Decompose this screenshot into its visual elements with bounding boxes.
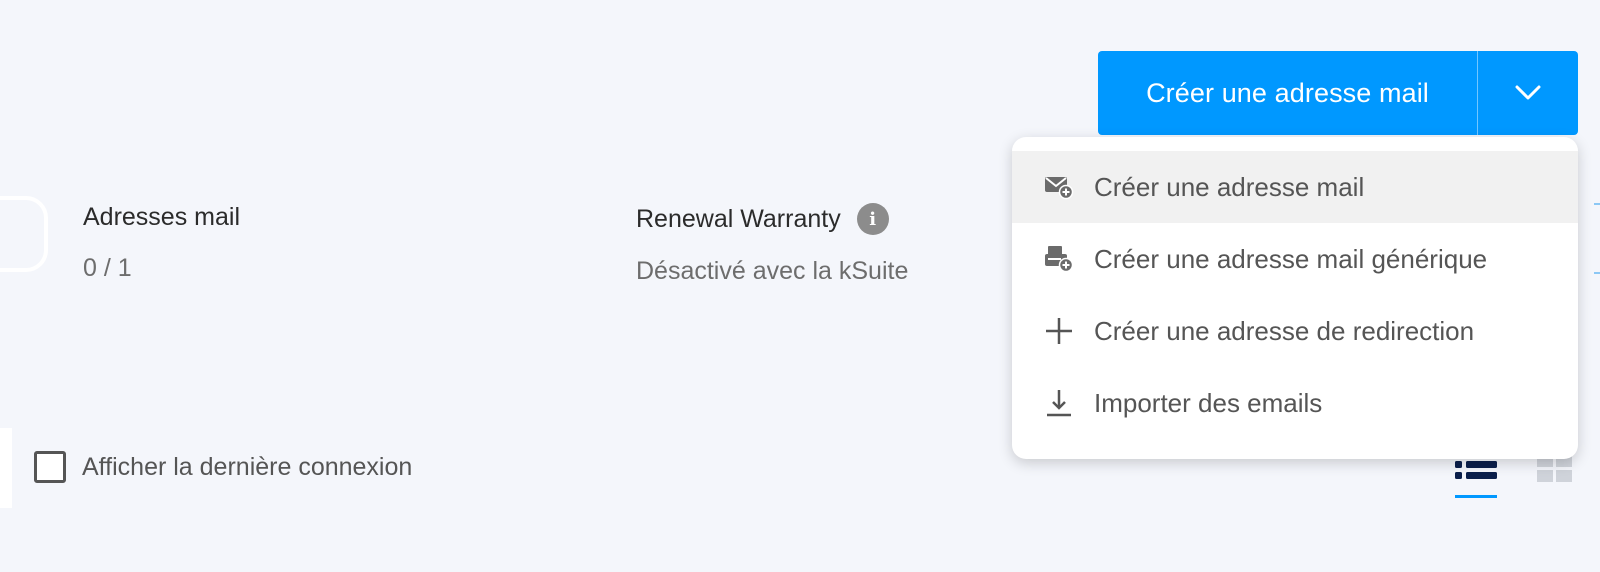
mail-addresses-stat: Adresses mail 0 / 1 (83, 203, 240, 283)
info-icon[interactable]: i (856, 203, 889, 235)
show-last-login-label: Afficher la dernière connexion (82, 452, 413, 481)
chevron-down-icon (1515, 85, 1541, 100)
menu-item-label: Importer des emails (1094, 387, 1323, 418)
mail-service-page: Créer une adresse mail Adresses mail 0 /… (0, 0, 1600, 572)
generic-mail-add-icon (1044, 245, 1078, 273)
partial-panel-edge (0, 428, 12, 508)
menu-item-create-redirect[interactable]: Créer une adresse de redirection (1012, 295, 1578, 367)
menu-item-label: Créer une adresse mail (1094, 171, 1365, 202)
show-last-login-option[interactable]: Afficher la dernière connexion (34, 451, 412, 483)
renewal-warranty-stat: Renewal Warranty i Désactivé avec la kSu… (636, 203, 908, 286)
menu-item-label: Créer une adresse mail générique (1094, 243, 1488, 274)
partial-frame (0, 196, 48, 272)
renewal-warranty-label: Renewal Warranty (636, 204, 841, 233)
create-mail-split-button: Créer une adresse mail (1098, 51, 1578, 135)
download-icon (1044, 388, 1078, 418)
menu-item-create-generic-mail[interactable]: Créer une adresse mail générique (1012, 223, 1578, 295)
grid-view-button[interactable] (1537, 455, 1573, 488)
menu-item-label: Créer une adresse de redirection (1094, 315, 1475, 346)
create-mail-button[interactable]: Créer une adresse mail (1098, 51, 1477, 135)
edge-accent (1594, 272, 1600, 274)
menu-item-create-mail[interactable]: Créer une adresse mail (1012, 151, 1578, 223)
create-options-dropdown: Créer une adresse mail Créer une adresse… (1012, 137, 1578, 459)
mail-addresses-count: 0 / 1 (83, 254, 132, 282)
create-options-toggle[interactable] (1478, 51, 1578, 135)
edge-accent (1594, 203, 1600, 205)
menu-item-import-emails[interactable]: Importer des emails (1012, 367, 1578, 439)
plus-icon (1044, 316, 1078, 346)
mail-add-icon (1044, 174, 1078, 200)
grid-view-icon (1537, 455, 1572, 482)
show-last-login-checkbox[interactable] (34, 451, 66, 483)
active-view-indicator (1455, 495, 1497, 498)
mail-addresses-label: Adresses mail (83, 203, 240, 231)
renewal-warranty-status: Désactivé avec la kSuite (636, 257, 909, 285)
